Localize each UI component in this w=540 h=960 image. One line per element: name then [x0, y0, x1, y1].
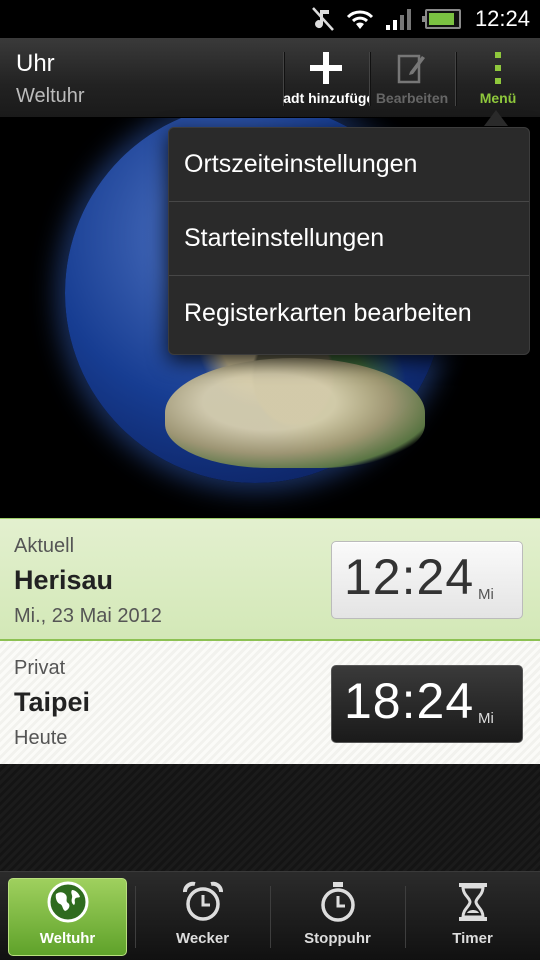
city-clock: 18:24 Mi [331, 665, 523, 743]
tab-label: Weltuhr [39, 930, 96, 947]
edit-icon [397, 54, 425, 84]
edit-label: Bearbeiten [375, 90, 449, 106]
menu-item-edit-tabs[interactable]: Registerkarten bearbeiten [169, 276, 529, 350]
tab-world-clock[interactable]: Weltuhr [0, 872, 135, 960]
status-bar: 12:24 [0, 0, 540, 38]
bottom-tab-bar: Weltuhr Wecker Stoppuhr Timer [0, 871, 540, 960]
app-subtitle: Weltuhr [16, 85, 85, 107]
city-clock: 12:24 Mi [331, 541, 523, 619]
clock-day: Mi [478, 586, 494, 603]
add-city-label: Stadt hinzufügen [283, 90, 369, 106]
app-title: Uhr [16, 50, 55, 77]
stopwatch-icon [320, 882, 355, 922]
menu-item-local-time-settings[interactable]: Ortszeiteinstellungen [169, 128, 529, 202]
tab-stopwatch[interactable]: Stoppuhr [270, 872, 405, 960]
city-type-label: Privat [14, 657, 66, 679]
city-date: Heute [14, 727, 68, 749]
clock-day: Mi [478, 710, 494, 727]
mute-icon [311, 6, 335, 32]
status-time: 12:24 [474, 6, 530, 31]
city-name: Taipei [14, 687, 91, 717]
clock-time: 18:24 [344, 673, 475, 729]
menu-button[interactable]: Menü [455, 38, 540, 118]
globe-icon [47, 881, 88, 923]
add-city-button[interactable]: Stadt hinzufügen [283, 38, 369, 118]
menu-item-start-settings[interactable]: Starteinstellungen [169, 202, 529, 276]
menu-label: Menü [479, 90, 517, 106]
city-type-label: Aktuell [14, 535, 75, 557]
alarm-clock-icon [182, 881, 223, 921]
globe-landmass [165, 358, 425, 468]
action-bar: Uhr Weltuhr Stadt hinzufügen Bearbeiten … [0, 38, 540, 118]
tab-alarm[interactable]: Wecker [135, 872, 270, 960]
overflow-menu: Ortszeiteinstellungen Starteinstellungen… [168, 127, 530, 355]
signal-icon [385, 7, 415, 31]
hourglass-icon [458, 883, 487, 921]
edit-button[interactable]: Bearbeiten [369, 38, 455, 118]
overflow-menu-icon [495, 52, 501, 84]
tab-timer[interactable]: Timer [405, 872, 540, 960]
tab-label: Timer [452, 930, 493, 947]
wifi-icon [345, 7, 375, 31]
plus-icon [310, 52, 342, 84]
city-date: Mi., 23 Mai 2012 [14, 605, 162, 627]
tab-label: Stoppuhr [304, 930, 371, 947]
city-row-private[interactable]: Privat Taipei Heute 18:24 Mi [0, 641, 540, 764]
tab-label: Wecker [175, 930, 230, 947]
city-name: Herisau [14, 565, 114, 595]
menu-caret [484, 110, 508, 126]
battery-icon [421, 9, 461, 29]
city-row-current[interactable]: Aktuell Herisau Mi., 23 Mai 2012 12:24 M… [0, 518, 540, 641]
empty-list-area [0, 764, 540, 871]
clock-time: 12:24 [344, 549, 475, 605]
